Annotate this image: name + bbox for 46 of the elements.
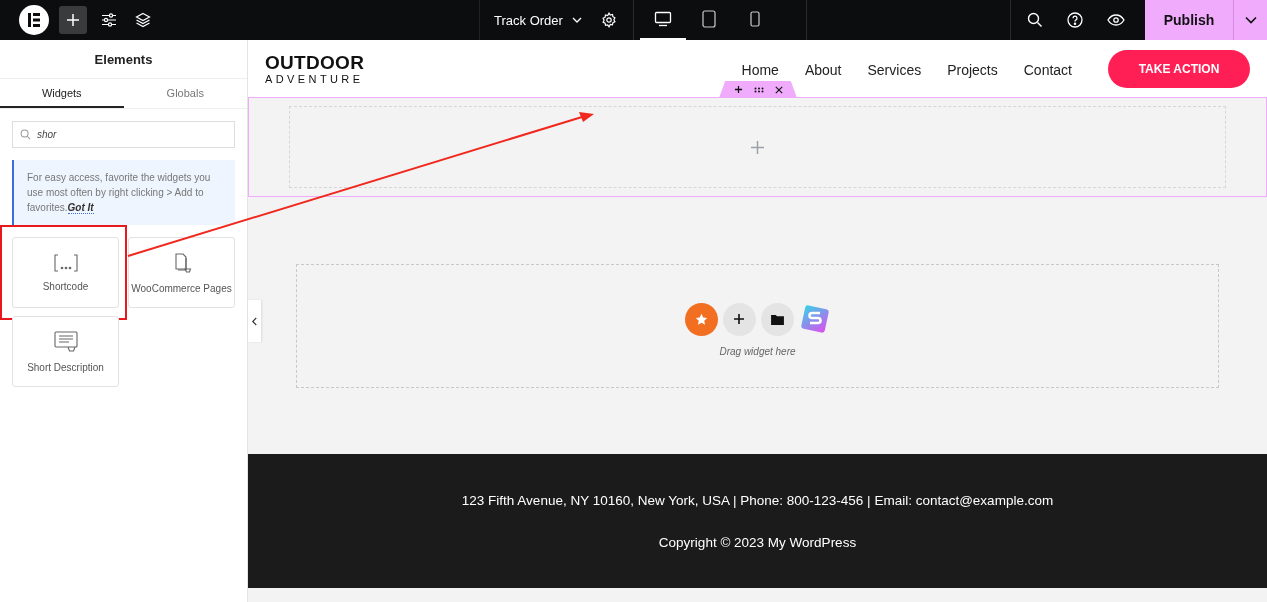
widget-card[interactable]: Short Description bbox=[12, 316, 119, 387]
phone-icon bbox=[749, 11, 760, 27]
add-icon[interactable] bbox=[733, 85, 743, 94]
logo-icon[interactable] bbox=[19, 5, 49, 35]
panel-tab[interactable]: Widgets bbox=[0, 79, 124, 108]
nav-link[interactable]: Home bbox=[741, 61, 779, 78]
add-section-button[interactable] bbox=[722, 302, 756, 336]
chevron-left-icon bbox=[251, 316, 258, 326]
layers-icon[interactable] bbox=[135, 12, 151, 28]
got-it-link[interactable]: Got It bbox=[67, 202, 94, 214]
tablet-icon bbox=[701, 10, 716, 28]
brackets-icon bbox=[53, 253, 78, 272]
panel-title: Elements bbox=[0, 40, 247, 79]
plus-icon bbox=[733, 313, 745, 325]
description-icon bbox=[53, 330, 78, 353]
drop-hint: Drag widget here bbox=[719, 345, 796, 357]
site-logo-subtitle: ADVENTURE bbox=[265, 72, 365, 85]
panel-tab[interactable]: Globals bbox=[123, 79, 247, 108]
publish-button[interactable]: Publish bbox=[1145, 0, 1233, 40]
close-icon[interactable] bbox=[774, 85, 783, 94]
eye-icon[interactable] bbox=[1107, 13, 1125, 27]
cta-button[interactable]: TAKE ACTION bbox=[1108, 49, 1250, 88]
star-icon bbox=[694, 312, 708, 326]
nav-link[interactable]: Projects bbox=[947, 61, 998, 78]
help-icon[interactable] bbox=[1067, 12, 1083, 28]
search-icon bbox=[20, 129, 31, 140]
widget-card[interactable]: WooCommerce Pages bbox=[128, 237, 235, 308]
footer-text: 123 Fifth Avenue, NY 10160, New York, USA | Phone: 800-123-456 | Email: contact@example.com bbox=[461, 492, 1054, 508]
nav-link[interactable]: Contact bbox=[1023, 61, 1072, 78]
monitor-icon bbox=[653, 11, 672, 27]
settings-sliders-icon[interactable] bbox=[101, 12, 117, 28]
nav-link[interactable]: About bbox=[804, 61, 842, 78]
settings-icon[interactable] bbox=[600, 12, 617, 28]
nav-link[interactable]: Services bbox=[867, 61, 922, 78]
search-icon[interactable] bbox=[1027, 12, 1043, 28]
footer-text: Copyright © 2023 My WordPress bbox=[658, 534, 857, 550]
widget-card[interactable]: Shortcode bbox=[12, 237, 119, 308]
drag-icon[interactable] bbox=[753, 86, 764, 93]
tip-text: For easy access, favorite the widgets you use most often by right clicking > Add to favorites.Got It bbox=[27, 171, 212, 215]
add-element-button[interactable] bbox=[59, 6, 87, 34]
site-logo-title: OUTDOOR bbox=[265, 52, 365, 73]
search-field[interactable]: shor bbox=[12, 121, 235, 148]
template-library-button[interactable] bbox=[760, 302, 794, 336]
folder-icon bbox=[770, 313, 784, 325]
collapse-panel-button[interactable] bbox=[248, 300, 261, 342]
plus-icon bbox=[65, 12, 81, 28]
